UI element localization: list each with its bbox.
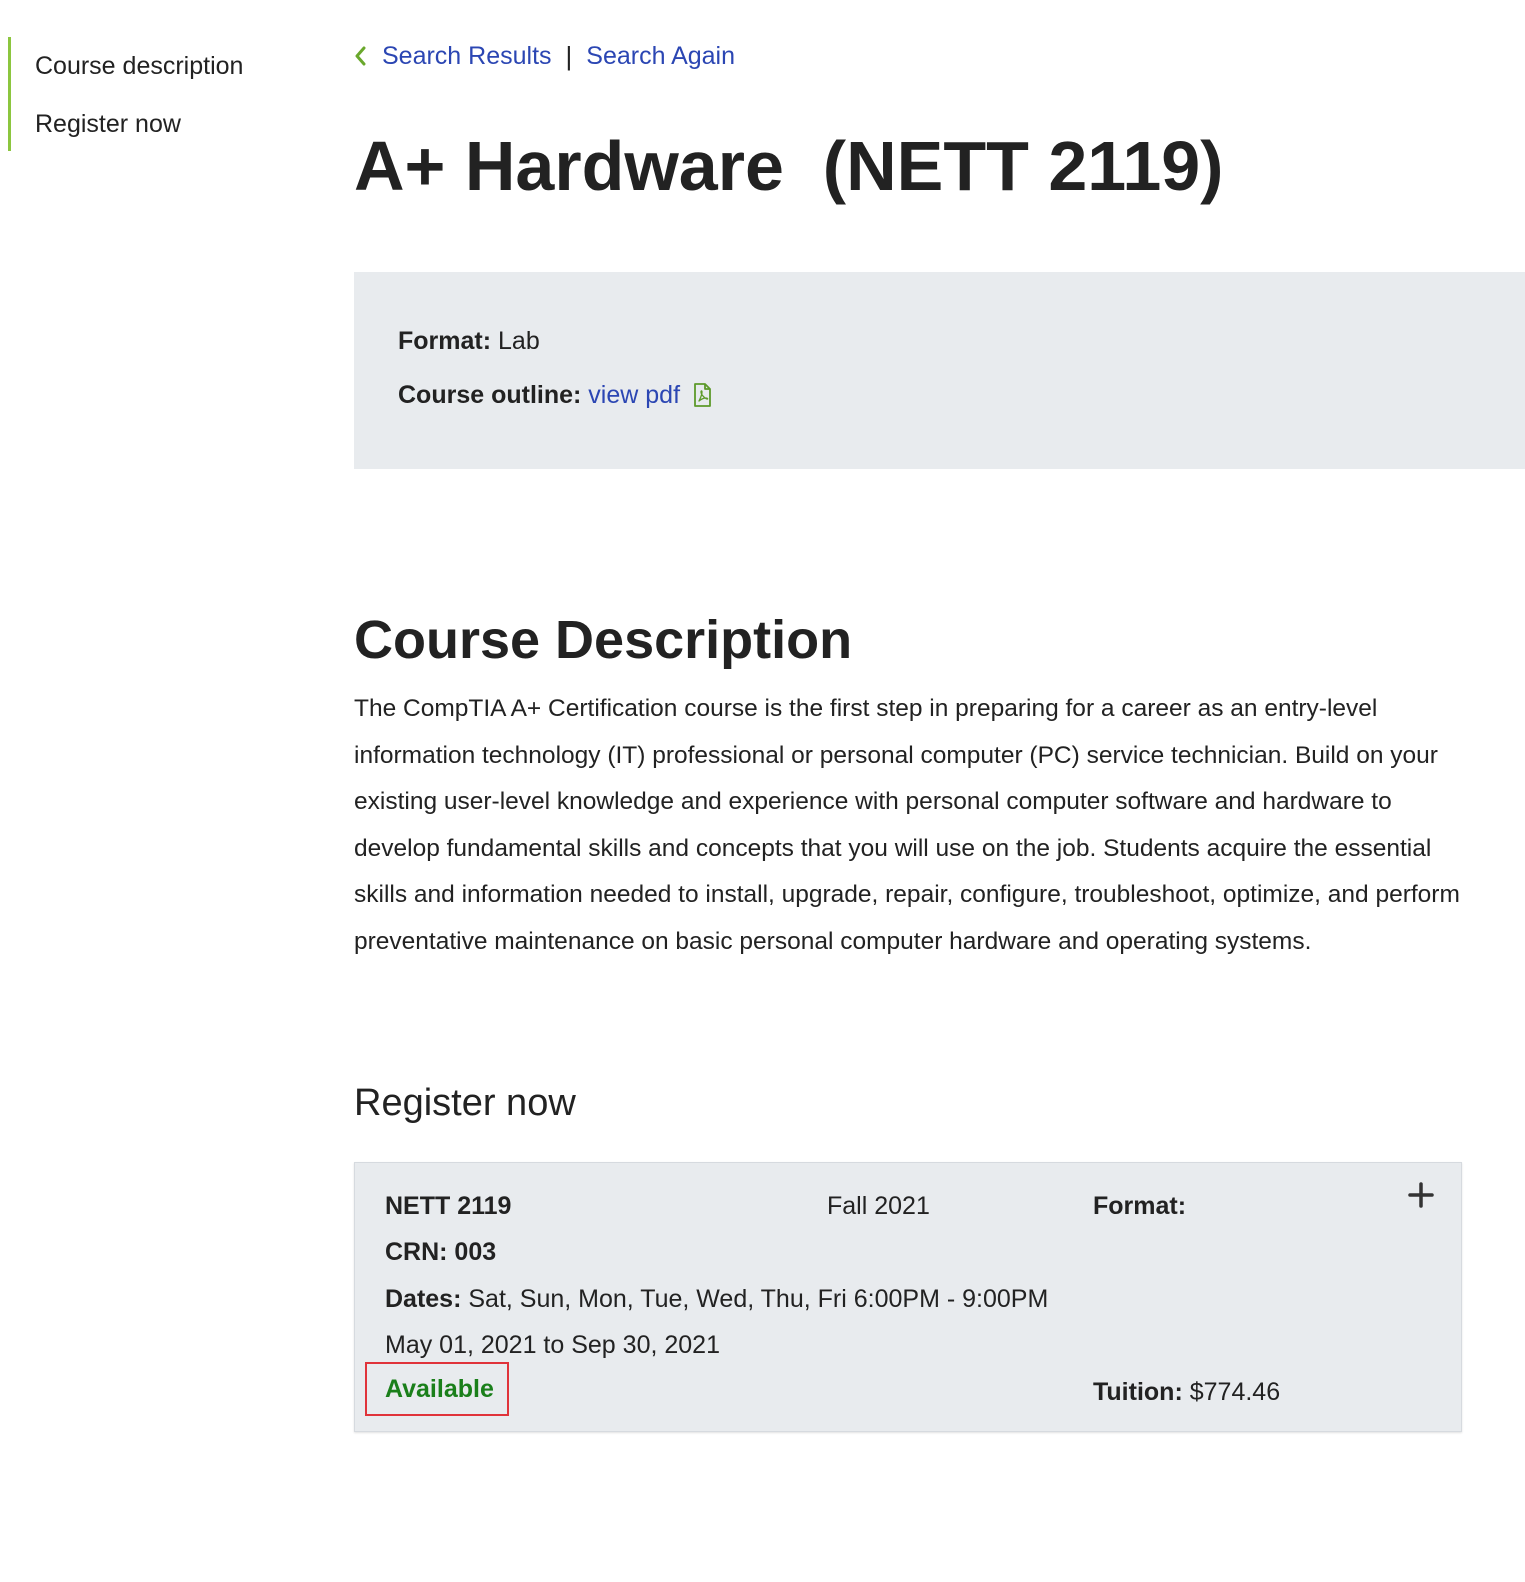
section-tuition: Tuition: $774.46 (1093, 1376, 1280, 1408)
breadcrumb: Search Results | Search Again (354, 40, 735, 72)
section-term: Fall 2021 (827, 1192, 930, 1220)
course-page: Course description Register now Search R… (0, 0, 1525, 1582)
breadcrumb-separator: | (565, 41, 573, 71)
course-outline-row: Course outline: view pdf (398, 379, 712, 411)
pdf-file-icon[interactable] (692, 383, 712, 407)
format-row: Format: Lab (398, 325, 540, 357)
plus-icon[interactable] (1407, 1181, 1435, 1209)
format-value: Lab (498, 327, 540, 355)
format-label: Format: (398, 327, 492, 355)
section-dates-label: Dates: (385, 1285, 462, 1313)
view-pdf-link[interactable]: view pdf (588, 379, 680, 411)
search-again-link[interactable]: Search Again (586, 40, 735, 72)
sidebar-item-course-description[interactable]: Course description (35, 51, 325, 81)
section-format-label: Format: (1093, 1192, 1187, 1220)
section-date-range: May 01, 2021 to Sep 30, 2021 (385, 1331, 720, 1359)
section-dates: Dates: Sat, Sun, Mon, Tue, Wed, Thu, Fri… (385, 1283, 1048, 1315)
status-badge: Available (365, 1362, 509, 1416)
section-dates-value: Sat, Sun, Mon, Tue, Wed, Thu, Fri 6:00PM… (461, 1285, 1049, 1313)
register-now-heading: Register now (354, 1082, 576, 1124)
chevron-left-icon[interactable] (354, 46, 366, 66)
page-title: A+ Hardware (NETT 2119) (354, 127, 1224, 205)
course-info-panel: Format: Lab Course outline: view pdf (354, 272, 1525, 469)
course-description-text: The CompTIA A+ Certification course is t… (354, 695, 1460, 955)
sidebar-nav: Course description Register now (8, 37, 325, 151)
section-tuition-value: $774.46 (1182, 1378, 1281, 1406)
search-results-link[interactable]: Search Results (382, 40, 552, 72)
section-crn: CRN: 003 (385, 1238, 497, 1266)
section-course-code: NETT 2119 (385, 1192, 512, 1220)
section-tuition-label: Tuition: (1093, 1378, 1183, 1406)
course-description-heading: Course Description (354, 610, 853, 670)
section-card[interactable]: NETT 2119 Fall 2021 Format: CRN: 003 Dat… (354, 1162, 1462, 1432)
sidebar-item-register-now[interactable]: Register now (35, 109, 325, 139)
course-outline-label: Course outline: (398, 381, 582, 409)
